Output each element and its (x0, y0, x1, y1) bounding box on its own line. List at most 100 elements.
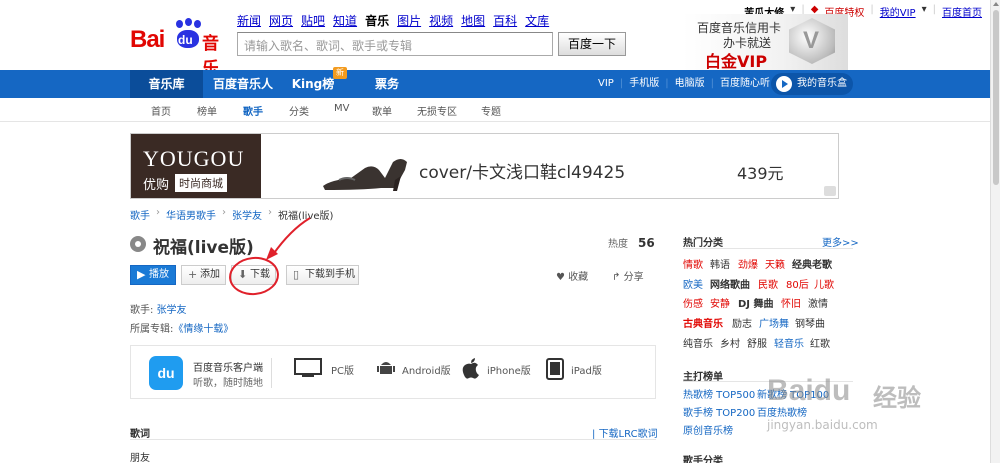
subnav-home[interactable]: 首页 (151, 103, 171, 118)
nav-link-baike[interactable]: 百科 (493, 12, 517, 29)
chart-singer-top200[interactable]: 歌手榜 TOP200 (683, 404, 755, 419)
tag-country[interactable]: 乡村 (720, 335, 740, 350)
vertical-scrollbar[interactable] (990, 0, 1000, 463)
subnav-mv[interactable]: MV (334, 103, 349, 114)
mainnav-music-library[interactable]: 音乐库 (130, 70, 203, 98)
vip-ad-banner[interactable]: 百度音乐信用卡 办卡就送 白金VIP V (683, 14, 848, 71)
singer-link[interactable]: 张学友 (157, 305, 187, 316)
pc-link[interactable]: 电脑版 (675, 70, 705, 98)
ad-product-name: cover/卡文浅口鞋cl49425 (419, 163, 626, 183)
tag-oumei[interactable]: 欧美 (683, 276, 703, 291)
tag-jinbao[interactable]: 劲爆 (738, 256, 758, 271)
breadcrumb-artist[interactable]: 张学友 (232, 207, 262, 222)
tag-quiet[interactable]: 安静 (710, 295, 730, 310)
tag-minge[interactable]: 民歌 (758, 276, 778, 291)
tag-comfort[interactable]: 舒服 (747, 335, 767, 350)
song-title: 祝福(live版) (153, 238, 254, 258)
nav-link-image[interactable]: 图片 (397, 12, 421, 29)
dropdown-icon[interactable]: ▾ (922, 4, 927, 19)
myvip-link[interactable]: 我的VIP (880, 4, 916, 19)
subnav-topics[interactable]: 专题 (481, 103, 501, 118)
baidu-home-link[interactable]: 百度首页 (942, 4, 982, 19)
search-button[interactable]: 百度一下 (558, 32, 626, 56)
platform-android[interactable]: Android版 (376, 362, 451, 377)
annotation-arrow (266, 217, 311, 260)
mobile-link[interactable]: 手机版 (629, 70, 659, 98)
nav-link-tieba[interactable]: 贴吧 (301, 12, 325, 29)
chart-hot-top500[interactable]: 热歌榜 TOP500 (683, 386, 755, 401)
download-lrc-link[interactable]: | 下载LRC歌词 (592, 425, 658, 440)
disc-icon (130, 236, 146, 252)
chart-original[interactable]: 原创音乐榜 (683, 422, 733, 437)
tag-qingge[interactable]: 情歌 (683, 256, 703, 271)
suixinting-link[interactable]: 百度随心听 (720, 70, 770, 98)
subnav-categories[interactable]: 分类 (289, 103, 309, 118)
add-button[interactable]: + 添加 (181, 265, 226, 285)
play-button[interactable]: ▶ 播放 (130, 265, 176, 285)
tag-red-songs[interactable]: 红歌 (810, 335, 830, 350)
client-title[interactable]: 百度音乐客户端 (193, 359, 263, 374)
share-button[interactable]: ↱ 分享 (612, 268, 644, 283)
tag-80s[interactable]: 80后 (786, 276, 809, 291)
vip-ad-line3: 白金VIP (705, 52, 768, 71)
platform-ipad[interactable]: iPad版 (545, 358, 602, 380)
album-link[interactable]: 《情缘十载》 (173, 324, 233, 335)
tag-dj[interactable]: DJ 舞曲 (738, 295, 774, 310)
mainnav-tickets[interactable]: 票务 (357, 70, 417, 98)
nav-link-wenku[interactable]: 文库 (525, 12, 549, 29)
subnav-charts[interactable]: 榜单 (197, 103, 217, 118)
tag-nostalgia[interactable]: 怀旧 (781, 295, 801, 310)
baidu-music-app-icon[interactable]: du (149, 356, 183, 390)
tag-classic-old[interactable]: 经典老歌 (792, 256, 832, 271)
platform-iphone[interactable]: iPhone版 (461, 358, 531, 379)
singer-categories-heading: 歌手分类 (683, 456, 723, 463)
tag-hanyu[interactable]: 韩语 (710, 256, 730, 271)
client-subtitle: 听歌，随时随地 (193, 378, 263, 389)
hot-categories-heading: 热门分类 (683, 238, 723, 249)
tag-light[interactable]: 轻音乐 (774, 335, 804, 350)
scroll-up-icon[interactable] (993, 2, 999, 6)
nav-link-music[interactable]: 音乐 (365, 12, 389, 29)
tag-piano[interactable]: 钢琴曲 (795, 315, 825, 330)
my-music-box-button[interactable]: 我的音乐盒 (771, 73, 853, 95)
nav-link-news[interactable]: 新闻 (237, 12, 261, 29)
mainnav-musician[interactable]: 百度音乐人 (203, 70, 283, 98)
tag-passion[interactable]: 激情 (808, 295, 828, 310)
search-input[interactable]: 请输入歌名、歌词、歌手或专辑 (237, 32, 553, 56)
yougou-ad-banner[interactable]: YOUGOU 优购 时尚商城 cover/卡文浅口鞋cl49425 439元 (130, 133, 839, 199)
ad-price: 439元 (737, 164, 784, 183)
nav-link-web[interactable]: 网页 (269, 12, 293, 29)
lyrics-line: 朋友 (130, 453, 150, 463)
lyrics-heading: 歌词 (130, 429, 150, 440)
baidu-jingyan-watermark: Baidu 经验 jingyan.baidu.com (767, 374, 921, 432)
collect-button[interactable]: ♥ 收藏 (556, 268, 588, 283)
subnav-singers[interactable]: 歌手 (243, 103, 263, 118)
scrollbar-thumb[interactable] (993, 10, 999, 185)
product-nav: 新闻 网页 贴吧 知道 音乐 图片 视频 地图 百科 文库 (237, 12, 549, 29)
tag-square-dance[interactable]: 广场舞 (759, 315, 789, 330)
tablet-icon (546, 358, 564, 380)
nav-link-map[interactable]: 地图 (461, 12, 485, 29)
singer-line: 歌手: 张学友 (130, 305, 187, 316)
tag-kids[interactable]: 儿歌 (814, 276, 834, 291)
tag-network[interactable]: 网络歌曲 (710, 276, 750, 291)
platform-pc[interactable]: PC版 (293, 358, 354, 377)
nav-link-zhidao[interactable]: 知道 (333, 12, 357, 29)
subnav-playlists[interactable]: 歌单 (372, 103, 392, 118)
apple-icon (462, 358, 479, 379)
more-link[interactable]: 更多>> (822, 234, 859, 249)
tag-sad[interactable]: 伤感 (683, 295, 703, 310)
breadcrumb-singers[interactable]: 歌手 (130, 207, 150, 222)
subnav-lossless[interactable]: 无损专区 (417, 103, 457, 118)
tag-classical[interactable]: 古典音乐 (683, 315, 723, 330)
vip-link[interactable]: VIP (598, 70, 614, 98)
tag-pure[interactable]: 纯音乐 (683, 335, 713, 350)
ad-icon (824, 186, 836, 196)
breadcrumb-chinese-male[interactable]: 华语男歌手 (166, 207, 216, 222)
nav-link-video[interactable]: 视频 (429, 12, 453, 29)
tag-tianlai[interactable]: 天籁 (765, 256, 785, 271)
monitor-icon (294, 358, 322, 377)
baidu-music-logo[interactable]: Bai du 音乐 (130, 18, 230, 79)
download-to-phone-button[interactable]: ▯ 下载到手机 (286, 265, 359, 285)
tag-inspire[interactable]: 励志 (732, 315, 752, 330)
